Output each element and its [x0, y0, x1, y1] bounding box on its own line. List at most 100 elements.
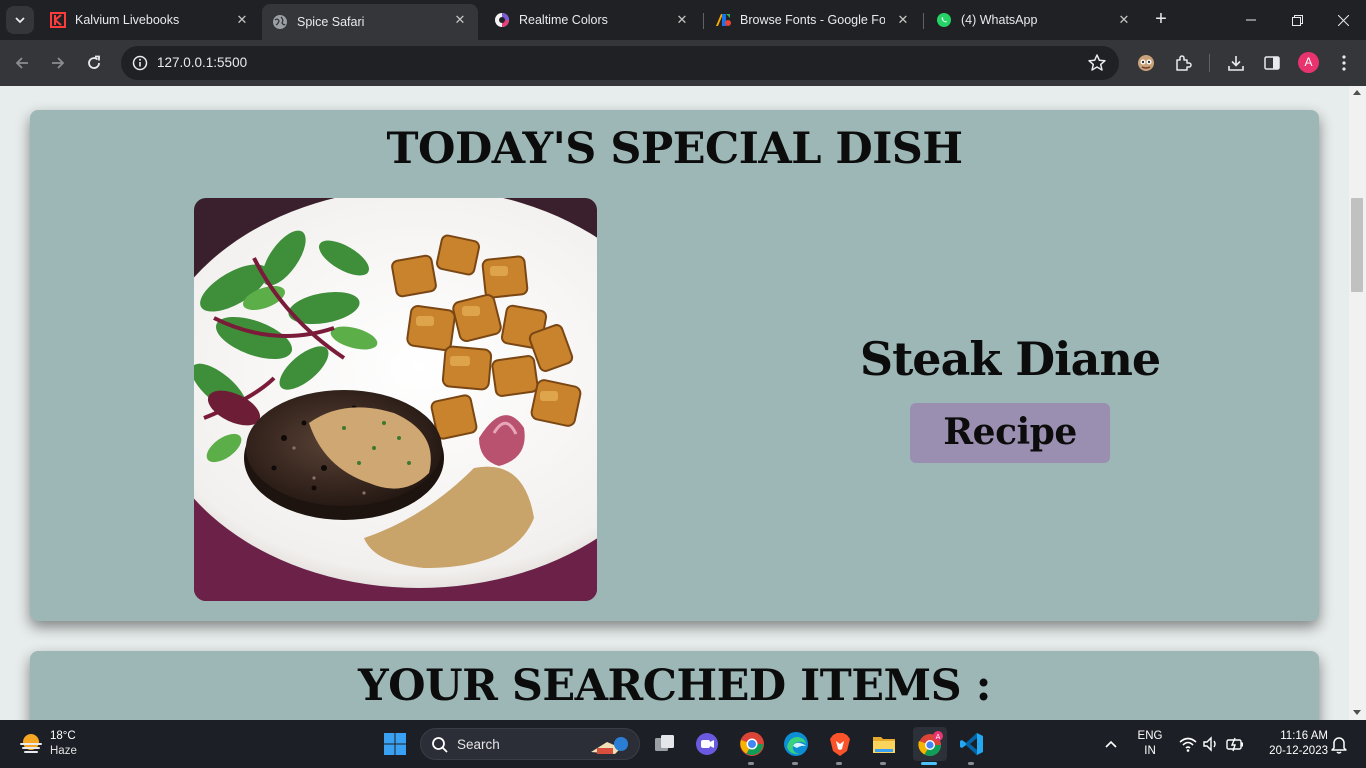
- clock[interactable]: 11:16 AM 20-12-2023: [1248, 729, 1328, 759]
- tab-whatsapp[interactable]: (4) WhatsApp ✕: [926, 4, 1142, 36]
- restore-button[interactable]: [1274, 0, 1320, 40]
- running-indicator: [792, 762, 798, 765]
- edge-app-button[interactable]: [781, 729, 811, 759]
- globe-icon: [272, 14, 288, 30]
- menu-kebab-icon[interactable]: [1333, 52, 1355, 74]
- tab-title: Realtime Colors: [519, 13, 608, 27]
- scrollbar-thumb[interactable]: [1351, 198, 1363, 292]
- search-icon: [432, 737, 448, 753]
- brave-icon: [830, 733, 850, 756]
- extensions-puzzle-icon[interactable]: [1172, 52, 1194, 74]
- volume-icon[interactable]: [1201, 734, 1221, 754]
- start-button[interactable]: [380, 729, 410, 759]
- recipe-button[interactable]: Recipe: [910, 403, 1110, 463]
- windows-logo-icon: [384, 733, 406, 755]
- tab-realtime-colors[interactable]: Realtime Colors ✕: [484, 4, 700, 36]
- dish-name: Steak Diane: [859, 332, 1161, 386]
- profile-avatar[interactable]: A: [1298, 52, 1319, 73]
- language-indicator[interactable]: ENG IN: [1134, 729, 1166, 759]
- close-icon[interactable]: ✕: [1116, 12, 1132, 28]
- close-window-button[interactable]: [1320, 0, 1366, 40]
- tab-title: (4) WhatsApp: [961, 13, 1038, 27]
- scroll-up-arrow-icon[interactable]: [1353, 90, 1361, 95]
- whatsapp-icon: [936, 12, 952, 28]
- taskbar-search[interactable]: Search: [420, 728, 640, 760]
- close-icon[interactable]: ✕: [234, 12, 250, 28]
- chrome-profile-app-button[interactable]: A: [913, 727, 947, 761]
- site-info-icon[interactable]: [129, 52, 151, 74]
- tab-strip: Kalvium Livebooks ✕ Spice Safari ✕ Realt…: [0, 0, 1366, 40]
- chrome-profile-icon: A: [918, 731, 943, 756]
- svg-text:A: A: [936, 734, 941, 741]
- chevron-up-icon[interactable]: [1103, 736, 1119, 752]
- browser-toolbar: 127.0.0.1:5500: [0, 40, 1366, 86]
- close-icon: [1337, 14, 1349, 26]
- close-icon[interactable]: ✕: [452, 12, 468, 28]
- weather-description[interactable]: Haze: [50, 745, 77, 757]
- tab-title: Kalvium Livebooks: [75, 13, 180, 27]
- weather-haze-icon[interactable]: [18, 732, 44, 756]
- scroll-down-arrow-icon[interactable]: [1353, 710, 1361, 715]
- running-indicator: [748, 762, 754, 765]
- tab-separator: [703, 13, 704, 29]
- steak-photo: [194, 198, 597, 601]
- google-fonts-icon: [715, 12, 731, 28]
- tab-google-fonts[interactable]: Browse Fonts - Google Fonts ✕: [705, 4, 921, 36]
- teams-chat-icon: [696, 733, 718, 755]
- new-tab-button[interactable]: +: [1150, 8, 1172, 30]
- folder-icon: [873, 737, 895, 753]
- weather-temperature[interactable]: 18°C: [50, 730, 76, 742]
- teams-chat-button[interactable]: [692, 729, 722, 759]
- region-code: IN: [1144, 745, 1156, 757]
- running-indicator: [880, 762, 886, 765]
- page-scrollbar[interactable]: [1349, 86, 1366, 720]
- language-code: ENG: [1137, 730, 1163, 742]
- tab-separator: [923, 13, 924, 29]
- reload-button[interactable]: [80, 49, 108, 77]
- searched-items-card: YOUR SEARCHED ITEMS :: [30, 651, 1319, 720]
- arrow-right-icon: [52, 57, 65, 69]
- close-icon[interactable]: ✕: [674, 12, 690, 28]
- url-text[interactable]: 127.0.0.1:5500: [157, 55, 247, 70]
- downloads-icon[interactable]: [1225, 52, 1247, 74]
- search-label: Search: [457, 737, 500, 752]
- restore-icon: [1291, 14, 1303, 26]
- wifi-icon[interactable]: [1178, 734, 1198, 754]
- toolbar-divider: [1209, 54, 1210, 72]
- close-icon[interactable]: ✕: [895, 12, 911, 28]
- task-view-icon: [655, 735, 674, 751]
- dish-image: [194, 198, 597, 601]
- tab-search-button[interactable]: [6, 6, 34, 34]
- special-heading: TODAY'S SPECIAL DISH: [386, 124, 963, 174]
- brave-app-button[interactable]: [825, 729, 855, 759]
- back-button[interactable]: [8, 49, 36, 77]
- search-highlight-icon: [591, 737, 628, 754]
- address-bar[interactable]: 127.0.0.1:5500: [121, 46, 1119, 80]
- running-indicator: [836, 762, 842, 765]
- vscode-icon: [960, 733, 983, 755]
- running-indicator: [968, 762, 974, 765]
- tab-title: Browse Fonts - Google Fonts: [740, 13, 885, 27]
- minimize-icon: [1246, 19, 1256, 21]
- tab-spice-safari[interactable]: Spice Safari ✕: [262, 4, 478, 40]
- task-view-button[interactable]: [650, 729, 680, 759]
- windows-taskbar: 18°C Haze Search A ENG IN 11:16 AM 20-12…: [0, 720, 1366, 768]
- chrome-app-button[interactable]: [737, 729, 767, 759]
- bookmark-star-icon[interactable]: [1087, 53, 1107, 73]
- forward-button[interactable]: [44, 49, 72, 77]
- clock-date: 20-12-2023: [1269, 745, 1328, 757]
- file-explorer-button[interactable]: [869, 729, 899, 759]
- extension-avatar-icon[interactable]: [1135, 52, 1157, 74]
- battery-charging-icon[interactable]: [1225, 734, 1245, 754]
- chevron-down-icon: [15, 17, 25, 24]
- reload-icon: [88, 55, 100, 69]
- tab-kalvium[interactable]: Kalvium Livebooks ✕: [40, 4, 260, 36]
- chrome-icon: [740, 732, 764, 756]
- vscode-app-button[interactable]: [957, 729, 987, 759]
- side-panel-icon[interactable]: [1261, 52, 1283, 74]
- active-running-indicator: [921, 762, 937, 765]
- minimize-button[interactable]: [1228, 0, 1274, 40]
- edge-icon: [784, 732, 808, 756]
- notification-bell-icon[interactable]: [1330, 734, 1348, 754]
- realtime-colors-icon: [494, 12, 510, 28]
